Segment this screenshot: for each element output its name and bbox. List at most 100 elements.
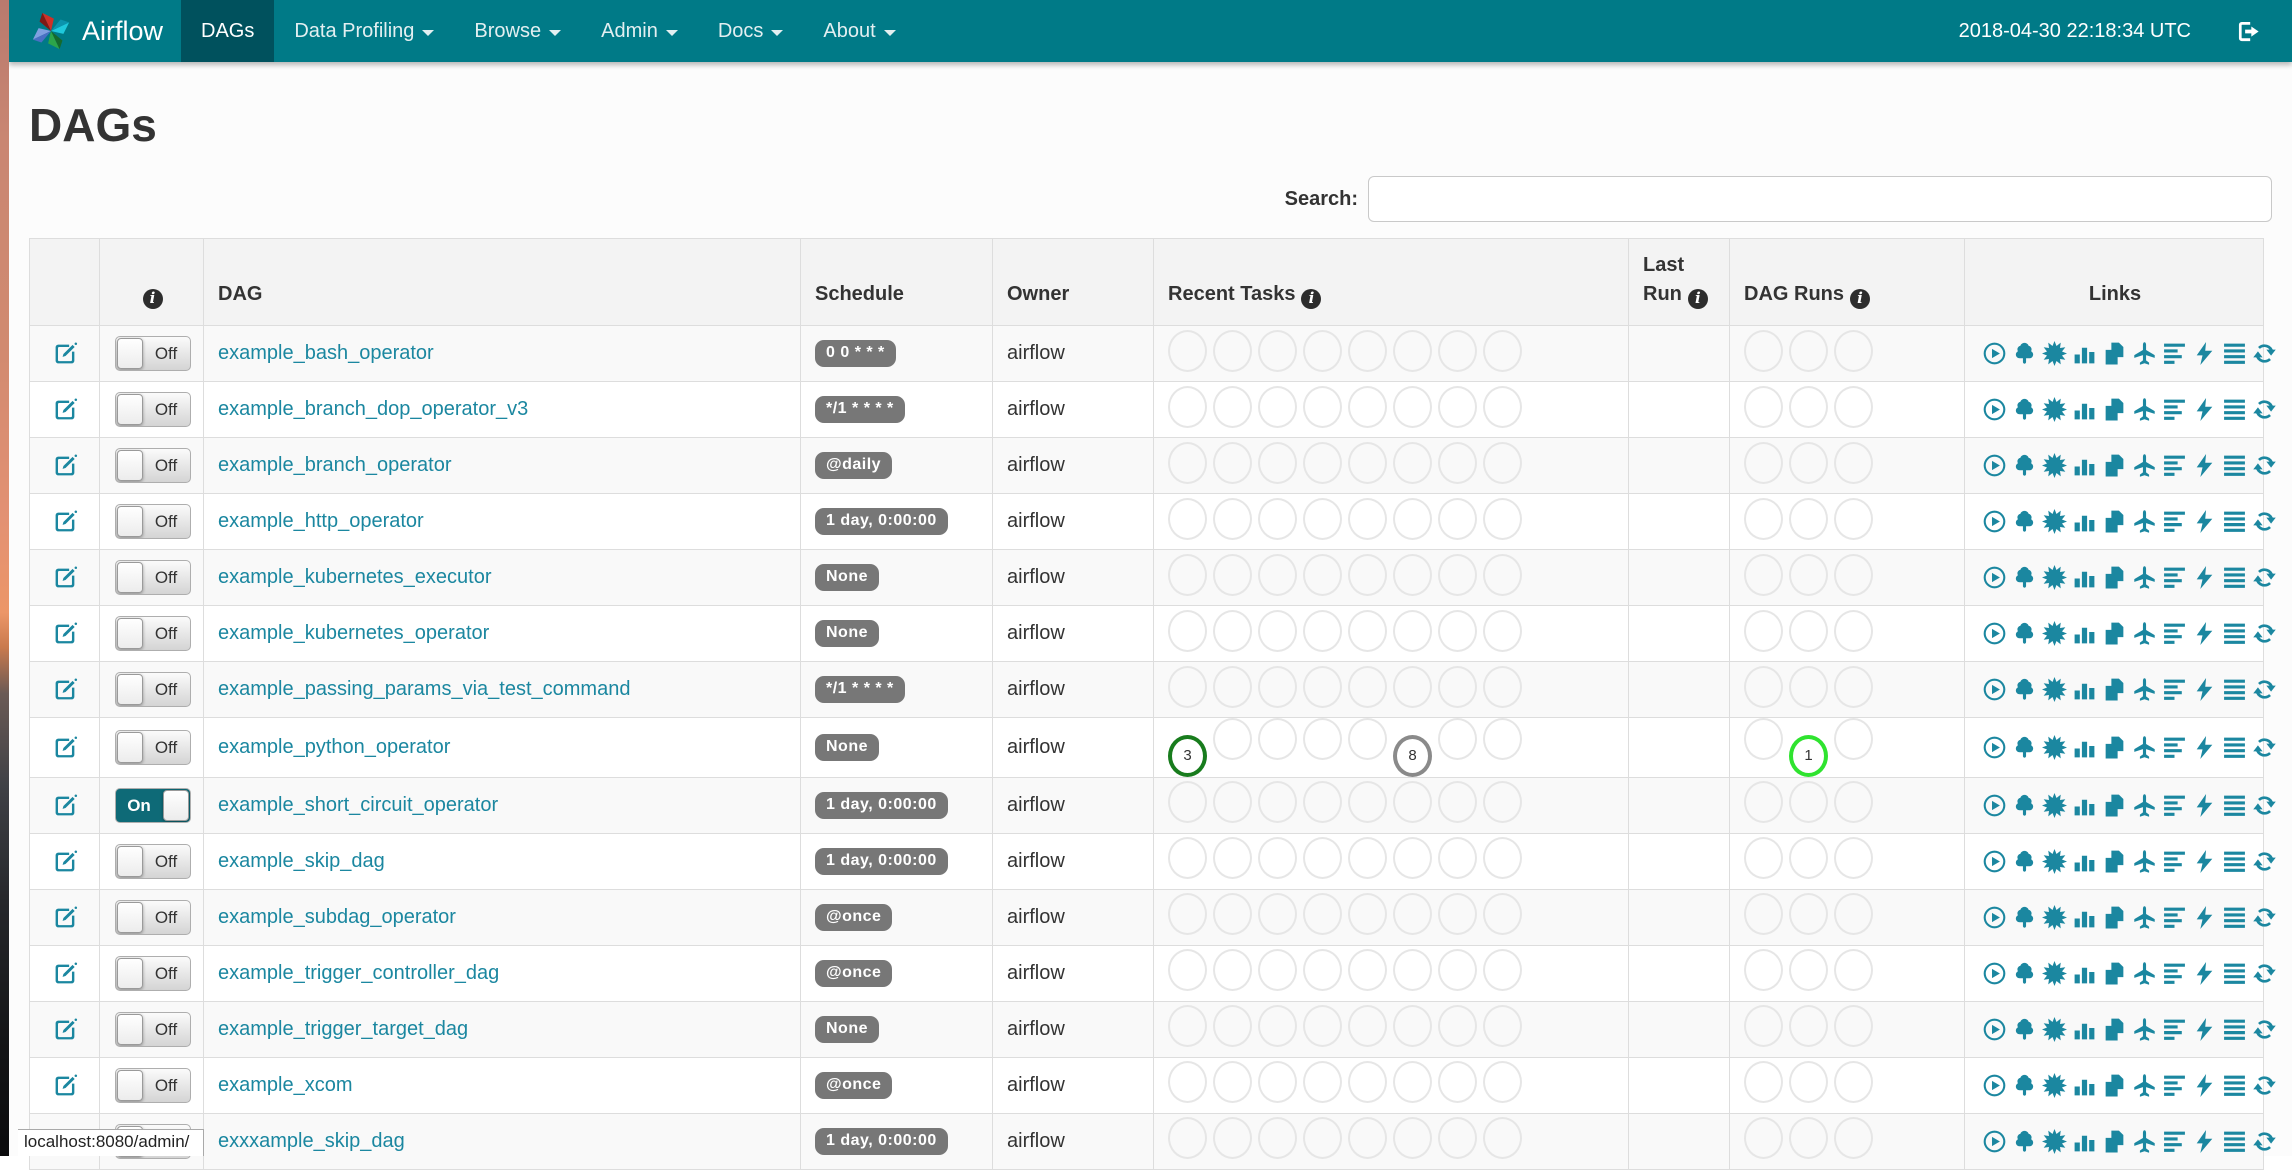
logs-button[interactable] (2222, 735, 2247, 760)
trigger-dag-button[interactable] (1982, 961, 2007, 986)
search-input[interactable] (1368, 176, 2272, 222)
trigger-dag-button[interactable] (1982, 905, 2007, 930)
task-duration-button[interactable] (2072, 341, 2097, 366)
landing-times-button[interactable] (2132, 1073, 2157, 1098)
task-duration-button[interactable] (2072, 735, 2097, 760)
refresh-button[interactable] (2252, 735, 2277, 760)
refresh-button[interactable] (2252, 905, 2277, 930)
gantt-view-button[interactable] (2162, 565, 2187, 590)
code-view-button[interactable] (2192, 509, 2217, 534)
dag-link[interactable]: example_passing_params_via_test_command (218, 678, 630, 700)
dag-pause-toggle[interactable]: Off (114, 843, 191, 879)
landing-times-button[interactable] (2132, 961, 2157, 986)
task-duration-button[interactable] (2072, 1017, 2097, 1042)
brand-link[interactable]: Airflow (9, 0, 181, 62)
trigger-dag-button[interactable] (1982, 1017, 2007, 1042)
edit-dag-button[interactable] (53, 341, 78, 366)
task-duration-button[interactable] (2072, 793, 2097, 818)
trigger-dag-button[interactable] (1982, 735, 2007, 760)
landing-times-button[interactable] (2132, 453, 2157, 478)
task-tries-button[interactable] (2102, 905, 2127, 930)
task-duration-button[interactable] (2072, 397, 2097, 422)
landing-times-button[interactable] (2132, 1129, 2157, 1154)
gantt-view-button[interactable] (2162, 735, 2187, 760)
dag-pause-toggle[interactable]: Off (114, 504, 191, 539)
edit-dag-button[interactable] (53, 509, 78, 534)
dag-link[interactable]: example_http_operator (218, 510, 424, 532)
tree-view-button[interactable] (2012, 341, 2037, 366)
refresh-button[interactable] (2252, 961, 2277, 986)
tree-view-button[interactable] (2012, 961, 2037, 986)
logs-button[interactable] (2222, 1073, 2247, 1098)
refresh-button[interactable] (2252, 793, 2277, 818)
refresh-button[interactable] (2252, 621, 2277, 646)
recent-task-circle-count[interactable]: 3 (1168, 734, 1207, 777)
edit-dag-button[interactable] (53, 905, 78, 930)
nav-item-docs[interactable]: Docs (698, 0, 804, 62)
gantt-view-button[interactable] (2162, 621, 2187, 646)
graph-view-button[interactable] (2042, 453, 2067, 478)
logs-button[interactable] (2222, 565, 2247, 590)
refresh-button[interactable] (2252, 849, 2277, 874)
task-duration-button[interactable] (2072, 849, 2097, 874)
gantt-view-button[interactable] (2162, 793, 2187, 818)
edit-dag-button[interactable] (53, 565, 78, 590)
dag-pause-toggle[interactable]: On (114, 787, 191, 823)
dag-pause-toggle[interactable]: Off (114, 448, 191, 483)
trigger-dag-button[interactable] (1982, 341, 2007, 366)
graph-view-button[interactable] (2042, 677, 2067, 702)
edit-dag-button[interactable] (53, 677, 78, 702)
logs-button[interactable] (2222, 905, 2247, 930)
tree-view-button[interactable] (2012, 565, 2037, 590)
dag-link[interactable]: example_branch_dop_operator_v3 (218, 398, 528, 420)
code-view-button[interactable] (2192, 341, 2217, 366)
landing-times-button[interactable] (2132, 849, 2157, 874)
graph-view-button[interactable] (2042, 341, 2067, 366)
tree-view-button[interactable] (2012, 735, 2037, 760)
tree-view-button[interactable] (2012, 677, 2037, 702)
trigger-dag-button[interactable] (1982, 793, 2007, 818)
recent-task-circle-count[interactable]: 8 (1393, 734, 1432, 777)
task-duration-button[interactable] (2072, 1073, 2097, 1098)
tree-view-button[interactable] (2012, 621, 2037, 646)
landing-times-button[interactable] (2132, 565, 2157, 590)
dag-pause-toggle[interactable]: Off (114, 1011, 191, 1047)
dag-link[interactable]: example_short_circuit_operator (218, 794, 498, 816)
code-view-button[interactable] (2192, 793, 2217, 818)
edit-dag-button[interactable] (53, 621, 78, 646)
task-duration-button[interactable] (2072, 509, 2097, 534)
task-tries-button[interactable] (2102, 621, 2127, 646)
refresh-button[interactable] (2252, 453, 2277, 478)
task-tries-button[interactable] (2102, 453, 2127, 478)
graph-view-button[interactable] (2042, 905, 2067, 930)
tree-view-button[interactable] (2012, 1073, 2037, 1098)
task-tries-button[interactable] (2102, 677, 2127, 702)
graph-view-button[interactable] (2042, 397, 2067, 422)
nav-item-admin[interactable]: Admin (581, 0, 698, 62)
task-duration-button[interactable] (2072, 961, 2097, 986)
nav-item-about[interactable]: About (803, 0, 915, 62)
task-duration-button[interactable] (2072, 677, 2097, 702)
dag-pause-toggle[interactable]: Off (114, 560, 191, 595)
task-tries-button[interactable] (2102, 565, 2127, 590)
edit-dag-button[interactable] (53, 735, 78, 760)
tree-view-button[interactable] (2012, 509, 2037, 534)
task-duration-button[interactable] (2072, 621, 2097, 646)
logs-button[interactable] (2222, 453, 2247, 478)
trigger-dag-button[interactable] (1982, 849, 2007, 874)
task-tries-button[interactable] (2102, 849, 2127, 874)
trigger-dag-button[interactable] (1982, 509, 2007, 534)
gantt-view-button[interactable] (2162, 453, 2187, 478)
task-tries-button[interactable] (2102, 735, 2127, 760)
dag-pause-toggle[interactable]: Off (114, 955, 191, 991)
code-view-button[interactable] (2192, 849, 2217, 874)
refresh-button[interactable] (2252, 341, 2277, 366)
logs-button[interactable] (2222, 961, 2247, 986)
tree-view-button[interactable] (2012, 793, 2037, 818)
code-view-button[interactable] (2192, 735, 2217, 760)
graph-view-button[interactable] (2042, 621, 2067, 646)
gantt-view-button[interactable] (2162, 1073, 2187, 1098)
code-view-button[interactable] (2192, 453, 2217, 478)
code-view-button[interactable] (2192, 565, 2217, 590)
tree-view-button[interactable] (2012, 1017, 2037, 1042)
